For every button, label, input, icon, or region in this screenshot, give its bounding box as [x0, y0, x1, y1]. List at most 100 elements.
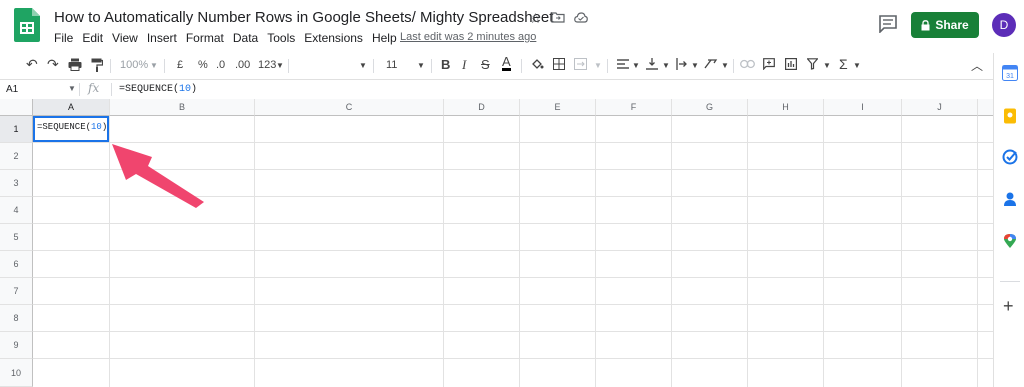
add-icon[interactable]: + [1003, 297, 1014, 315]
document-title[interactable]: How to Automatically Number Rows in Goog… [54, 9, 553, 26]
cloud-status-icon[interactable] [574, 10, 588, 26]
merge-chevron-down-icon[interactable]: ▼ [594, 61, 602, 70]
move-folder-icon[interactable] [551, 10, 565, 26]
formula-argument: 10 [179, 84, 192, 95]
select-all-corner[interactable] [0, 99, 33, 116]
text-color-button[interactable]: A [502, 55, 511, 71]
toolbar-separator [164, 59, 165, 73]
more-formats-button[interactable]: 123 [258, 59, 276, 71]
toolbar-separator [607, 59, 608, 73]
valign-chevron-down-icon[interactable]: ▼ [662, 61, 670, 70]
column-header-g[interactable]: G [672, 99, 748, 116]
increase-decimal-button[interactable]: .00 [235, 59, 250, 71]
insert-link-icon[interactable] [740, 59, 755, 69]
comment-history-icon[interactable] [878, 15, 898, 33]
menu-data[interactable]: Data [233, 31, 258, 45]
functions-icon[interactable]: Σ [839, 56, 848, 72]
gridline [33, 358, 993, 359]
contacts-icon[interactable] [1002, 191, 1018, 207]
last-edit-link[interactable]: Last edit was 2 minutes ago [400, 31, 536, 43]
cell-a1-content: =SEQUENCE(10) [37, 122, 107, 132]
menu-edit[interactable]: Edit [82, 31, 103, 45]
toolbar-separator [733, 59, 734, 73]
strikethrough-button[interactable]: S [481, 57, 490, 72]
font-size-select[interactable]: 11 [386, 59, 397, 71]
insert-chart-icon[interactable] [785, 58, 797, 70]
horizontal-align-icon[interactable] [617, 59, 629, 69]
menu-file[interactable]: File [54, 31, 73, 45]
row-header-2[interactable]: 2 [0, 143, 33, 170]
sheets-logo-icon[interactable] [14, 8, 40, 42]
menu-help[interactable]: Help [372, 31, 397, 45]
row-header-8[interactable]: 8 [0, 305, 33, 332]
font-family-chevron-down-icon[interactable]: ▼ [359, 61, 367, 70]
column-header-i[interactable]: I [824, 99, 902, 116]
row-header-10[interactable]: 10 [0, 359, 33, 387]
column-header-f[interactable]: F [596, 99, 672, 116]
toolbar-separator [521, 59, 522, 73]
paint-format-icon[interactable] [91, 58, 103, 72]
insert-comment-icon[interactable] [763, 58, 775, 70]
vertical-align-icon[interactable] [646, 58, 658, 70]
font-size-chevron-down-icon[interactable]: ▼ [417, 61, 425, 70]
bold-button[interactable]: B [441, 57, 450, 72]
toolbar-separator [288, 59, 289, 73]
row-header-6[interactable]: 6 [0, 251, 33, 278]
borders-icon[interactable] [553, 58, 565, 70]
column-header-c[interactable]: C [255, 99, 444, 116]
percent-format-button[interactable]: % [198, 59, 208, 71]
gridline [443, 116, 444, 387]
rotation-chevron-down-icon[interactable]: ▼ [721, 61, 729, 70]
undo-icon[interactable]: ↶ [26, 56, 38, 73]
functions-chevron-down-icon[interactable]: ▼ [853, 61, 861, 70]
merge-cells-icon[interactable] [574, 58, 587, 70]
halign-chevron-down-icon[interactable]: ▼ [632, 61, 640, 70]
column-header-j[interactable]: J [902, 99, 978, 116]
decrease-decimal-button[interactable]: .0 [216, 59, 225, 71]
column-header-h[interactable]: H [748, 99, 824, 116]
share-button[interactable]: Share [911, 12, 979, 38]
toolbar-separator [373, 59, 374, 73]
wrap-chevron-down-icon[interactable]: ▼ [691, 61, 699, 70]
zoom-select[interactable]: 100% [120, 59, 148, 71]
account-avatar[interactable]: D [992, 13, 1016, 37]
row-header-5[interactable]: 5 [0, 224, 33, 251]
filter-chevron-down-icon[interactable]: ▼ [823, 61, 831, 70]
column-header-e[interactable]: E [520, 99, 596, 116]
tasks-icon[interactable] [1002, 149, 1018, 165]
currency-format-button[interactable]: £ [177, 59, 183, 71]
toolbar-separator [110, 59, 111, 73]
redo-icon[interactable]: ↷ [47, 56, 59, 73]
text-rotation-icon[interactable] [704, 58, 718, 70]
collapse-menus-chevron-up-icon[interactable]: ︿ [971, 57, 983, 74]
row-header-3[interactable]: 3 [0, 170, 33, 197]
formula-input[interactable]: =SEQUENCE(10) [119, 84, 197, 95]
menu-tools[interactable]: Tools [267, 31, 295, 45]
menu-extensions[interactable]: Extensions [304, 31, 363, 45]
maps-icon[interactable] [1002, 233, 1018, 249]
row-header-1[interactable]: 1 [0, 116, 33, 143]
filter-icon[interactable] [807, 58, 818, 70]
row-header-7[interactable]: 7 [0, 278, 33, 305]
text-wrapping-icon[interactable] [676, 58, 688, 70]
fill-color-icon[interactable] [531, 58, 544, 71]
menu-format[interactable]: Format [186, 31, 224, 45]
italic-button[interactable]: I [462, 57, 466, 73]
column-header-d[interactable]: D [444, 99, 520, 116]
menu-view[interactable]: View [112, 31, 138, 45]
calendar-icon[interactable]: 31 [1002, 65, 1018, 81]
menu-insert[interactable]: Insert [147, 31, 177, 45]
column-header-a[interactable]: A [33, 99, 110, 116]
name-box[interactable]: A1 [6, 84, 18, 95]
print-icon[interactable] [68, 58, 82, 71]
column-header-b[interactable]: B [110, 99, 255, 116]
row-header-4[interactable]: 4 [0, 197, 33, 224]
star-icon[interactable]: ☆ [529, 10, 542, 27]
cell-formula-argument: 10 [91, 122, 102, 132]
zoom-chevron-down-icon[interactable]: ▼ [150, 61, 158, 70]
more-formats-chevron-down-icon[interactable]: ▼ [276, 61, 284, 70]
keep-icon[interactable] [1002, 108, 1018, 124]
column-header-k[interactable] [978, 99, 993, 116]
row-header-9[interactable]: 9 [0, 332, 33, 359]
name-box-chevron-down-icon[interactable]: ▼ [68, 84, 76, 93]
